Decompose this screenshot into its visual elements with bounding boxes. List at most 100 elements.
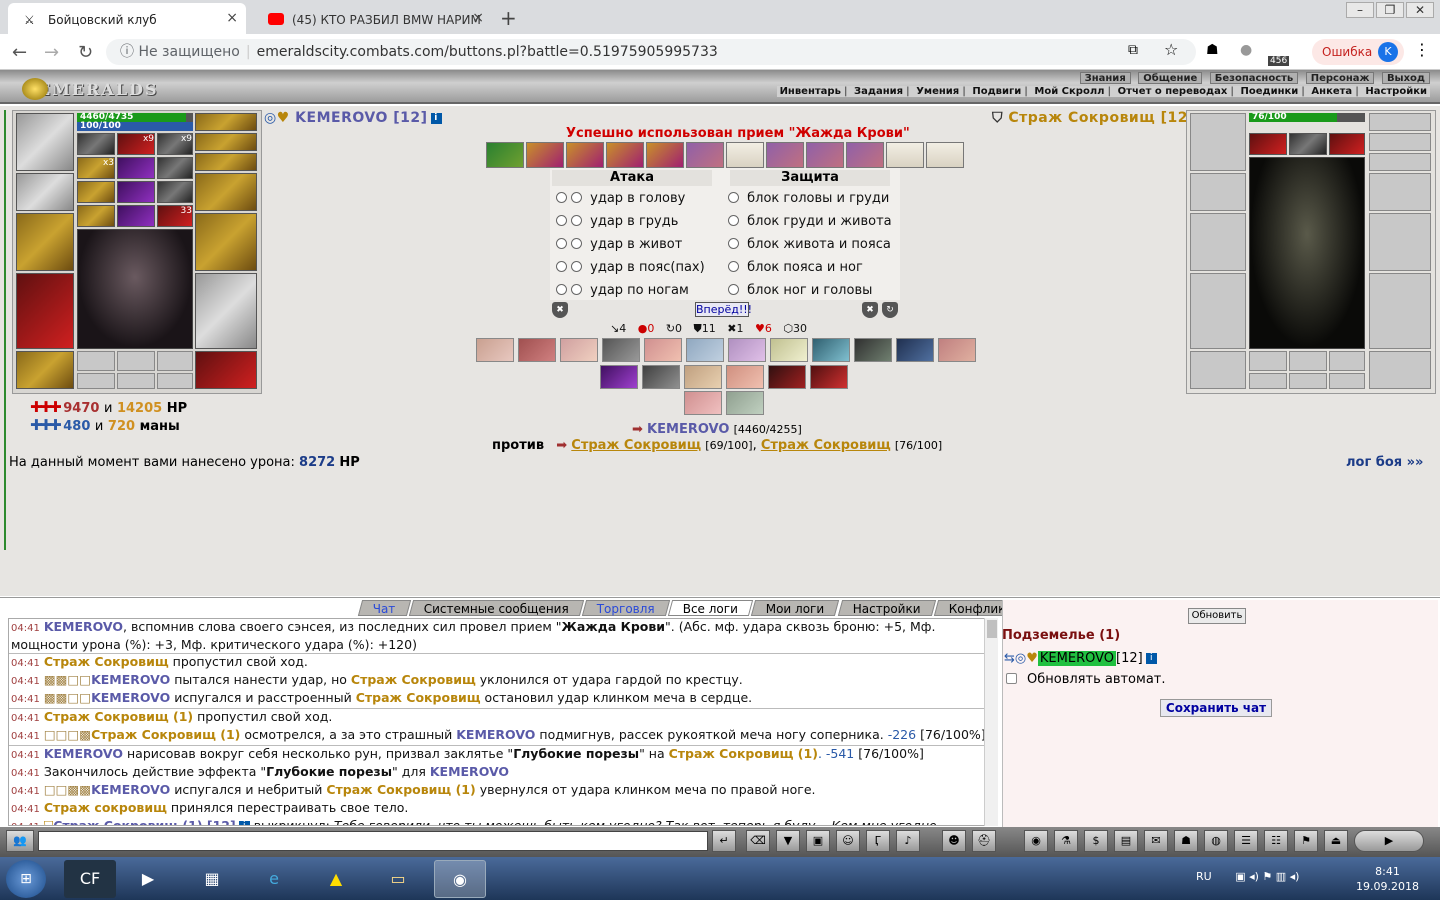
effect-icon[interactable]	[157, 157, 193, 179]
helmet-slot[interactable]	[16, 113, 74, 171]
empty-slot[interactable]	[1329, 373, 1365, 389]
save-icon[interactable]: ▣	[806, 830, 830, 852]
attack-go-button[interactable]: Вперёд!!!	[695, 302, 752, 317]
kebab-menu-icon[interactable]: ⋮	[1414, 40, 1430, 59]
flag-icon[interactable]: ⚑	[1294, 830, 1318, 852]
clock-timer-icon[interactable]: ▶	[1354, 830, 1424, 852]
translit-icon[interactable]: Ӷ	[866, 830, 890, 852]
tab-system[interactable]: Системные сообщения	[408, 600, 584, 616]
opponent-link[interactable]: Страж Сокровищ	[761, 438, 891, 453]
browser-tab-combats[interactable]: ⚔ Бойцовский клуб ×	[8, 3, 246, 34]
menu-social[interactable]: Общение	[1138, 72, 1203, 84]
eraser-icon[interactable]: ⌫	[746, 830, 770, 852]
reload-icon[interactable]: ↻	[78, 42, 93, 63]
menu-knowledge[interactable]: Знания	[1079, 72, 1131, 84]
potion-icon[interactable]: ⚗	[1054, 830, 1078, 852]
tab-all-logs[interactable]: Все логи	[667, 600, 754, 616]
profile-error-button[interactable]: Ошибка K	[1312, 39, 1404, 65]
effect-icon[interactable]	[157, 181, 193, 203]
blocked-popup-icon[interactable]: ⧉	[1128, 42, 1138, 58]
member-name[interactable]: KEMEROVO	[1037, 651, 1117, 666]
scroll-slot[interactable]	[606, 142, 644, 168]
save-chat-button[interactable]: Сохранить чат	[1160, 699, 1272, 717]
exit-icon[interactable]: ⏏	[1324, 830, 1348, 852]
empty-slot[interactable]	[117, 373, 155, 389]
effect-icon[interactable]: x9	[117, 133, 155, 155]
mask-icon[interactable]: ☗	[1174, 830, 1198, 852]
empty-slot[interactable]	[1249, 351, 1287, 371]
forward-icon[interactable]: →	[44, 42, 59, 63]
battle-log-link[interactable]: лог боя »»	[1346, 455, 1423, 470]
ring-slot[interactable]	[195, 133, 257, 151]
omnibox[interactable]: ⓘ Не защищено | emeraldscity.combats.com/b…	[106, 39, 1196, 65]
menu-feats[interactable]: Подвиги	[969, 86, 1024, 97]
ability-icon[interactable]	[684, 391, 722, 415]
menu-profile[interactable]: Анкета	[1308, 86, 1355, 97]
attack-option-head[interactable]: удар в голову	[556, 191, 685, 206]
weapon-right-slot[interactable]	[195, 213, 257, 271]
ability-icon[interactable]	[644, 338, 682, 362]
boots-slot[interactable]	[195, 351, 257, 389]
effect-icon[interactable]	[77, 205, 115, 227]
calculator-icon[interactable]: ▦	[186, 860, 238, 898]
chat-icon[interactable]: 👥	[6, 830, 34, 852]
menu-exit[interactable]: Выход	[1381, 72, 1430, 84]
back-icon[interactable]: ←	[12, 42, 27, 63]
ability-icon[interactable]	[602, 338, 640, 362]
empty-slot[interactable]	[1329, 351, 1365, 371]
scroll-slot[interactable]	[486, 142, 524, 168]
menu-security[interactable]: Безопасность	[1209, 72, 1299, 84]
info-icon[interactable]: i	[430, 112, 442, 124]
ability-icon[interactable]	[600, 365, 638, 389]
empty-slot[interactable]	[77, 351, 115, 371]
attack-option-belly[interactable]: удар в живот	[556, 237, 682, 252]
cloak-slot[interactable]	[16, 273, 74, 349]
current-fighter-name[interactable]: KEMEROVO	[647, 422, 729, 437]
armor-slot[interactable]	[1190, 273, 1246, 349]
menu-quests[interactable]: Задания	[851, 86, 906, 97]
effect-icon[interactable]	[1289, 133, 1327, 155]
shield-icon[interactable]: ✖	[552, 302, 568, 318]
ability-icon[interactable]	[770, 338, 808, 362]
scroll-slot[interactable]	[806, 142, 844, 168]
belt-slot[interactable]	[16, 351, 74, 389]
folder-icon[interactable]: ▭	[372, 860, 424, 898]
combats-app-icon[interactable]: CF	[64, 860, 116, 898]
globe-icon[interactable]: ◍	[1204, 830, 1228, 852]
block-option-belly-belt[interactable]: блок живота и пояса	[728, 237, 891, 252]
internet-explorer-icon[interactable]: e	[248, 860, 300, 898]
scroll-slot[interactable]	[846, 142, 884, 168]
attack-option-chest[interactable]: удар в грудь	[556, 214, 678, 229]
empty-scroll-slot[interactable]	[886, 142, 924, 168]
empty-slot[interactable]	[1289, 351, 1327, 371]
enemy-name[interactable]: Страж Сокровищ	[1008, 110, 1155, 126]
weapon-slot[interactable]	[1190, 213, 1246, 271]
effect-icon[interactable]	[77, 133, 115, 155]
empty-slot[interactable]	[77, 373, 115, 389]
empty-slot[interactable]	[1289, 373, 1327, 389]
player-name[interactable]: KEMEROVO	[295, 110, 388, 126]
ability-icon[interactable]	[938, 338, 976, 362]
effect-icon[interactable]	[117, 181, 155, 203]
tray-icons[interactable]: ▣ ◂) ⚑ ▥ ◂)	[1235, 870, 1299, 883]
block-option-head-chest[interactable]: блок головы и груди	[728, 191, 889, 206]
effect-icon[interactable]: x9	[157, 133, 193, 155]
menu-inventory[interactable]: Инвентарь	[777, 86, 844, 97]
effect-icon[interactable]	[1249, 133, 1287, 155]
ability-icon[interactable]	[854, 338, 892, 362]
scroll-slot[interactable]	[566, 142, 604, 168]
refresh-shield-icon[interactable]: ↻	[882, 302, 898, 318]
scroll-icon[interactable]: ✉	[1144, 830, 1168, 852]
block-option-legs-head[interactable]: блок ног и головы	[728, 283, 872, 298]
effect-icon[interactable]: 33	[157, 205, 193, 227]
send-icon[interactable]: ↵	[712, 830, 736, 852]
tab-trade[interactable]: Торговля	[581, 600, 670, 616]
system-clock[interactable]: 8:41 19.09.2018	[1356, 864, 1419, 894]
filter-icon[interactable]: ▼	[776, 830, 800, 852]
shield-icon[interactable]: ✖	[862, 302, 878, 318]
effect-icon[interactable]	[117, 205, 155, 227]
ability-icon[interactable]	[896, 338, 934, 362]
ring-slot[interactable]	[1369, 133, 1431, 151]
new-tab-icon[interactable]: +	[500, 6, 517, 30]
bag-icon[interactable]: ◉	[1024, 830, 1048, 852]
